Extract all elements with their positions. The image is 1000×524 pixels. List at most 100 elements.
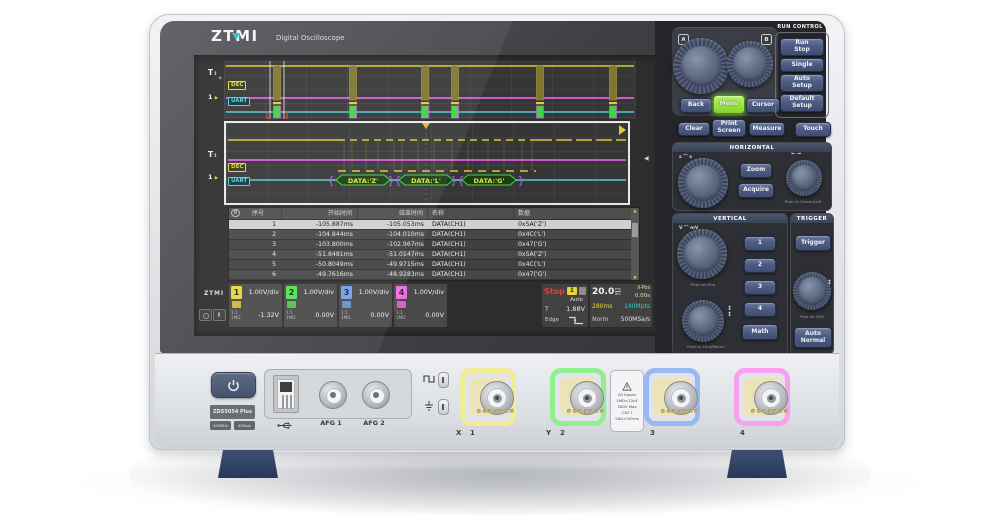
afg2-connector[interactable] [362,381,390,409]
col-start: 开始时间 [282,208,358,219]
acquire-button[interactable]: Acquire [738,183,774,198]
gesture-icon[interactable] [199,309,212,321]
usb-icon [277,421,293,430]
channel4-status[interactable]: 4 1:11MΩ 1.00V/div 0.00V [394,284,447,327]
magenta-arrow-icon: ▶ [219,76,222,81]
trigger-marker[interactable]: T↕ [208,69,217,78]
timebase-status[interactable]: 20.0 msdiv X-Pos 0.00s 280ms 140Mpts Nor… [590,284,652,327]
channel2-input[interactable] [550,368,606,426]
afg1-label: AFG 1 [311,419,351,427]
channel2-button[interactable]: 2 [744,258,776,273]
table-row[interactable]: 5 -50.8049ms -49.9715ms DATA(CH1) 0x4C('… [229,259,631,269]
power-button[interactable] [211,372,256,398]
vertical-title: VERTICAL [673,214,787,223]
timebase-scale: 20.0 [592,287,614,297]
trigger-kind: Edge [545,317,559,323]
lcd-screen[interactable]: { }{ }{ } DATA:'Z' DATA:'L' DATA:'G' [194,55,662,336]
model-badge: ZDS5054 Plus [210,405,255,419]
table-scrollbar[interactable]: ▲ ▼ [631,208,639,280]
channel1-probe: 1:11MΩ [231,311,240,321]
multifunction-knob-a[interactable] [673,38,729,94]
channel4-scale: 1.00V/div [414,288,444,296]
run-stop-button[interactable]: Run Stop [780,38,824,56]
bus-label-uart[interactable]: UART [228,97,250,106]
ground-terminal[interactable] [438,399,449,415]
vertical-scale-knob[interactable] [677,229,727,279]
horizontal-position-knob[interactable] [786,160,822,196]
vertical-section: VERTICAL V ⌒ mV Push for Fine 1 2 3 4 Ma… [672,213,788,355]
timebase-knob[interactable] [678,158,728,208]
table-row[interactable]: 1 -105.887ms -105.053ms DATA(CH1) 0x5A('… [229,219,631,229]
scroll-down-icon[interactable]: ▼ [633,275,636,280]
channel1-scale: 1.00V/div [249,288,279,296]
bus-transition-ticks [344,140,532,171]
multifunction-knob-b[interactable] [727,41,773,87]
run-control-title: RUN CONTROL [772,24,828,30]
bus-label-dec-zoom[interactable]: DEC [228,163,246,172]
channel1-input[interactable] [460,368,516,426]
square-wave-icon [423,375,435,383]
horizontal-section: HORIZONTAL s ⌒ s Zoom Acquire ← → Push t… [672,142,832,211]
probe-comp-terminal[interactable] [438,372,449,388]
single-button[interactable]: Single [780,58,824,72]
power-icon [227,379,240,392]
scroll-up-icon[interactable]: ▲ [633,208,636,213]
bandwidth-badge: 500MHz [210,421,231,430]
warning-icon [622,382,632,391]
channel2-status[interactable]: 2 1:11MΩ 1.00V/div 0.00V [284,284,337,327]
vertical-position-knob[interactable] [682,300,724,342]
auto-normal-button[interactable]: Auto Normal [794,327,832,348]
table-row[interactable]: 4 -51.8481ms -51.0147ms DATA(CH1) 0x5A('… [229,249,631,259]
main-traces [224,61,636,119]
waveform-window-main[interactable] [224,61,636,119]
push-fine-label: Push for Fine [675,282,731,287]
channel4-input[interactable] [734,368,790,426]
usb-port[interactable] [273,375,299,413]
channel1-marker[interactable]: 1 ▶ [208,93,218,103]
back-button[interactable]: Back [680,98,712,113]
channel3-input[interactable] [644,368,700,426]
table-row[interactable]: 3 -103.800ms -102.967ms DATA(CH1) 0x47('… [229,239,631,249]
channel3-status[interactable]: 3 1:11MΩ 1.00V/div 0.00V [339,284,392,327]
table-row[interactable]: 6 -49.7616ms -48.9283ms DATA(CH1) 0x47('… [229,269,631,279]
math-button[interactable]: Math [742,324,778,340]
run-control-group: Run Stop Single Auto Setup Default Setup [775,32,829,118]
bus-dash-marks [273,102,617,104]
panel-collapse-icon[interactable]: ◀ [644,155,649,162]
touch-icon[interactable] [213,309,226,321]
uart-decode-frames: DATA:'Z' DATA:'L' DATA:'G' [336,175,516,185]
sample-rate: 500MSa/s [621,316,650,323]
channel1-status[interactable]: 1 1:11MΩ 1.00V/div -1.32V [229,284,282,327]
waveform-window-zoom[interactable]: { }{ }{ } DATA:'Z' DATA:'L' DATA:'G' [224,121,630,205]
print-screen-button[interactable]: Print Screen [712,119,746,137]
channel3-coupling-icon [342,301,351,308]
default-setup-button[interactable]: Default Setup [780,94,824,112]
clear-button[interactable]: Clear [678,122,710,136]
channel3-scale: 1.00V/div [359,288,389,296]
zoom-button[interactable]: Zoom [740,163,772,178]
channel1-button[interactable]: 1 [744,236,776,251]
trigger-marker-zoom[interactable]: T↕ [208,151,217,160]
bus-label-uart-zoom[interactable]: UART [228,177,250,186]
channel1-marker-zoom[interactable]: 1 ▶ [208,173,218,183]
table-row[interactable]: 2 -104.844ms -104.010ms DATA(CH1) 0x4C('… [229,229,631,239]
channel1-offset: -1.32V [258,311,279,319]
trigger-menu-button[interactable]: Trigger [795,235,831,251]
afg1-connector[interactable] [319,381,347,409]
trigger-level-knob[interactable] [793,272,831,310]
channel3-button[interactable]: 3 [744,280,776,295]
bus-label-dec[interactable]: DEC [228,81,246,90]
touch-button[interactable]: Touch [795,122,831,137]
samplerate-badge: 4GSa/s [234,421,255,430]
statusbar-brand: ZTMI [204,290,224,297]
auto-setup-button[interactable]: Auto Setup [780,74,824,92]
measure-button[interactable]: Measure [749,122,785,136]
trigger-status[interactable]: Stop 1 Auto T 1.88V Edge [542,284,588,327]
scroll-thumb[interactable] [632,223,638,237]
channel2-jack-label: 2 [560,429,565,437]
decode-table[interactable]: B 序号 开始时间 结束时间 名称 数据 1 -105.887ms -105.0… [228,207,640,281]
channel4-button[interactable]: 4 [744,302,776,317]
menu-button[interactable]: Menu [713,95,745,114]
channel1-coupling-icon [232,301,241,308]
control-panel: A B Push to Select Back Menu Cursor RUN … [655,21,826,353]
